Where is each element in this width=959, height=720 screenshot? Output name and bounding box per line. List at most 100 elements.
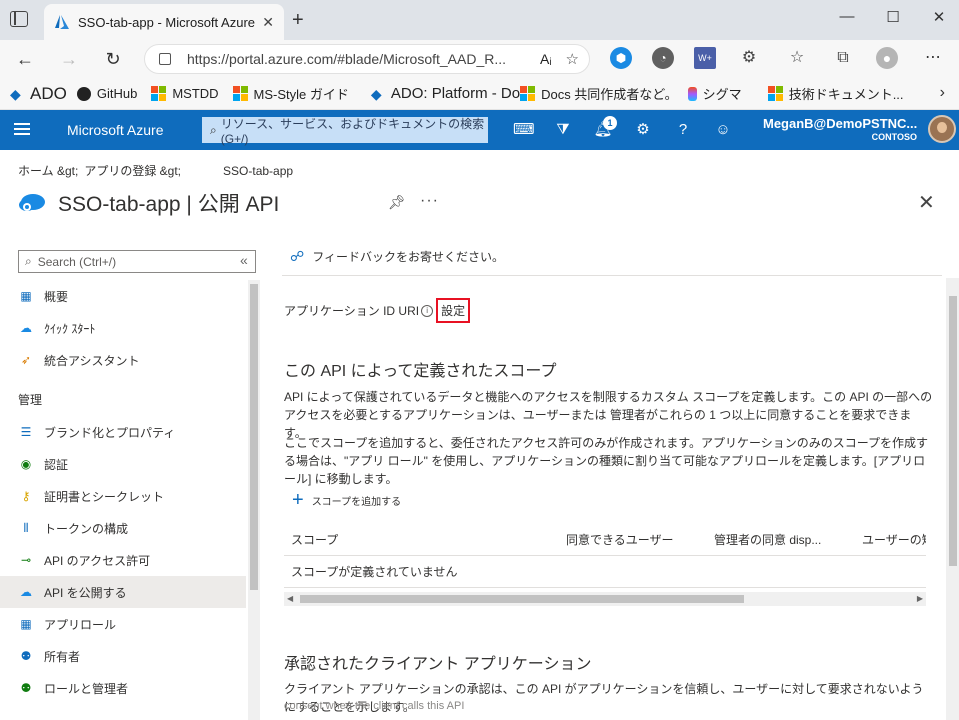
azure-brand[interactable]: Microsoft Azure [67, 122, 163, 138]
nav-scrollbar[interactable] [248, 280, 260, 720]
tab-title: SSO-tab-app - Microsoft Azure [78, 14, 256, 30]
breadcrumb-home[interactable]: ホーム &gt; [18, 162, 78, 179]
owners-icon: ⚉ [20, 649, 32, 663]
bookmarks-overflow-icon[interactable]: › [940, 84, 945, 102]
window-close-icon[interactable]: ✕ [924, 8, 954, 26]
sidebar-item[interactable]: ⊸ API のアクセス許可 [0, 544, 246, 576]
column-header-scope[interactable]: スコープ [284, 531, 566, 548]
pin-icon[interactable]: 📌︎ [388, 194, 406, 211]
breadcrumb-app-registrations[interactable]: アプリの登録 &gt; [84, 162, 181, 179]
close-blade-icon[interactable]: ✕ [918, 190, 935, 215]
bookmark-tech-docs[interactable]: 技術ドキュメント... [767, 84, 904, 103]
table-horizontal-scrollbar[interactable]: ◀ ▶ [284, 592, 926, 606]
add-scope-button[interactable]: + スコープを追加する [292, 490, 401, 510]
nav-group-manage: 管理 [18, 393, 43, 407]
breadcrumb-app[interactable]: SSO-tab-app [223, 164, 293, 179]
main-scrollbar-thumb[interactable] [949, 296, 957, 566]
scroll-left-icon[interactable]: ◀ [287, 592, 293, 606]
tenant-name: CONTOSO [871, 132, 917, 142]
scroll-right-icon[interactable]: ▶ [917, 592, 923, 606]
sidebar-item[interactable]: ⚉ 所有者 [0, 640, 246, 672]
extension-shield-icon[interactable]: ⬢ [610, 47, 632, 69]
favorite-icon[interactable]: ☆ [566, 50, 579, 68]
browser-toolbar: ← → ↻ https://portal.azure.com/#blade/Mi… [0, 40, 959, 78]
nav-search-input[interactable]: ⌕ Search (Ctrl+/) [18, 250, 256, 273]
expose-api-icon: ☁ [20, 585, 32, 599]
maximize-icon[interactable]: ☐ [878, 8, 908, 26]
browser-tab[interactable]: SSO-tab-app - Microsoft Azure ✕ [44, 4, 284, 40]
column-header-user-consent[interactable]: ユーザーの短所 [862, 531, 926, 548]
directory-filter-icon[interactable]: ⧩ [553, 120, 573, 140]
api-permissions-icon: ⊸ [20, 553, 32, 567]
back-icon[interactable]: ← [12, 46, 38, 72]
avatar[interactable] [928, 115, 956, 143]
sidebar-item[interactable]: ☁ API を公開する [0, 576, 246, 608]
extension-word-icon[interactable]: W+ [694, 47, 716, 69]
sidebar-item[interactable]: ⫴ トークンの構成 [0, 512, 246, 544]
extension-gauge-icon[interactable]: ◔ [652, 47, 674, 69]
collections-icon[interactable]: ⧉ [832, 47, 854, 69]
key-icon: ⚷ [21, 489, 31, 503]
bookmark-mstdd[interactable]: MSTDD [151, 86, 219, 101]
nav-scrollbar-thumb[interactable] [250, 284, 258, 590]
sidebar-item[interactable]: ⚉ ロールと管理者 [0, 672, 246, 704]
bookmark-ms-style[interactable]: MS-Style ガイド [232, 84, 349, 103]
new-tab-icon[interactable]: + [292, 9, 304, 32]
main-scrollbar[interactable] [946, 278, 959, 720]
account-info[interactable]: MeganB@DemoPSTNC... CONTOSO [763, 116, 917, 142]
authorized-clients-description-cut: consent when the client calls this API [284, 700, 465, 712]
sidebar-item-label: アプリロール [44, 617, 117, 632]
authentication-icon: ◉ [20, 457, 32, 471]
page-header: SSO-tab-app | 公開 API [18, 188, 279, 218]
bookmark-sigma[interactable]: シグマ [687, 84, 742, 103]
bookmark-github[interactable]: GitHub [76, 86, 137, 101]
bookmark-ado-platform[interactable]: ◆ ADO: Platform - Do [371, 85, 520, 102]
sidebar-item-label: 統合アシスタント [44, 353, 140, 368]
profile-icon[interactable]: ● [876, 47, 898, 69]
tab-close-icon[interactable]: ✕ [262, 14, 274, 31]
minimize-icon[interactable]: — [832, 8, 862, 25]
set-app-id-uri-link[interactable]: 設定 [436, 298, 471, 323]
microsoft-logo-icon [520, 86, 536, 101]
extensions-icon[interactable]: ⚙ [738, 47, 760, 69]
bookmarks-bar: ◆ ADO GitHub MSTDD MS-Style ガイド ◆ ADO: P… [0, 78, 959, 110]
search-icon: ⌕ [210, 122, 217, 137]
info-icon[interactable]: i [421, 304, 434, 317]
app-registration-cloud-icon [18, 190, 46, 216]
favorites-icon[interactable]: ☆ [786, 47, 808, 69]
menu-icon[interactable] [14, 123, 30, 135]
read-aloud-icon[interactable]: Aᵢ [540, 51, 552, 67]
scopes-description-2: ここでスコープを追加すると、委任されたアクセス許可のみが作成されます。アプリケー… [284, 436, 929, 486]
sidebar-item[interactable]: ⚷ 証明書とシークレット [0, 480, 246, 512]
bookmark-ado[interactable]: ◆ ADO [10, 84, 67, 104]
settings-icon[interactable]: ⚙ [633, 120, 653, 140]
column-header-who-can-consent[interactable]: 同意できるユーザー [566, 531, 714, 548]
azure-logo-icon [55, 15, 69, 29]
sidebar-item[interactable]: ◉ 認証 [0, 448, 246, 480]
tab-actions-icon[interactable] [10, 11, 28, 27]
feedback-link[interactable]: ☍ フィードバックをお寄せください。 [290, 248, 504, 265]
collapse-nav-icon[interactable]: « [240, 252, 248, 268]
cloud-shell-icon[interactable]: ⌨ [513, 120, 535, 140]
rocket-icon: ➶ [20, 353, 32, 367]
nav-list: ▦ 概要 ☁ ｸｲｯｸ ｽﾀｰﾄ ➶ 統合アシスタント 管理 ☰ ブランド化とプロパティ ◉ 認証 ⚷… [0, 280, 246, 704]
address-bar[interactable]: https://portal.azure.com/#blade/Microsof… [144, 44, 590, 74]
sidebar-item[interactable]: ☁ ｸｲｯｸ ｽﾀｰﾄ [0, 312, 246, 344]
sidebar-item[interactable]: ▦ 概要 [0, 280, 246, 312]
column-header-admin-consent[interactable]: 管理者の同意 disp... [714, 531, 862, 548]
bookmark-docs[interactable]: Docs 共同作成者など。 [520, 84, 678, 103]
refresh-icon[interactable]: ↻ [100, 46, 126, 72]
divider [282, 275, 942, 276]
settings-more-icon[interactable]: ⋯ [922, 47, 944, 69]
table-scrollbar-thumb[interactable] [300, 595, 744, 603]
sidebar-item[interactable]: ▦ アプリロール [0, 608, 246, 640]
sidebar-item[interactable]: ☰ ブランド化とプロパティ [0, 416, 246, 448]
main-content: ☍ フィードバックをお寄せください。 アプリケーション ID URI i 設定 … [272, 238, 959, 720]
help-icon[interactable]: ? [673, 120, 693, 140]
sidebar-item[interactable]: ➶ 統合アシスタント [0, 344, 246, 376]
more-options-icon[interactable]: ··· [420, 192, 439, 210]
azure-search-input[interactable]: ⌕ リソース、サービス、およびドキュメントの検索 (G+/) [202, 117, 488, 146]
sidebar-item-label: 概要 [44, 289, 69, 304]
feedback-icon[interactable]: ☺ [713, 120, 733, 140]
microsoft-logo-icon [232, 86, 248, 101]
